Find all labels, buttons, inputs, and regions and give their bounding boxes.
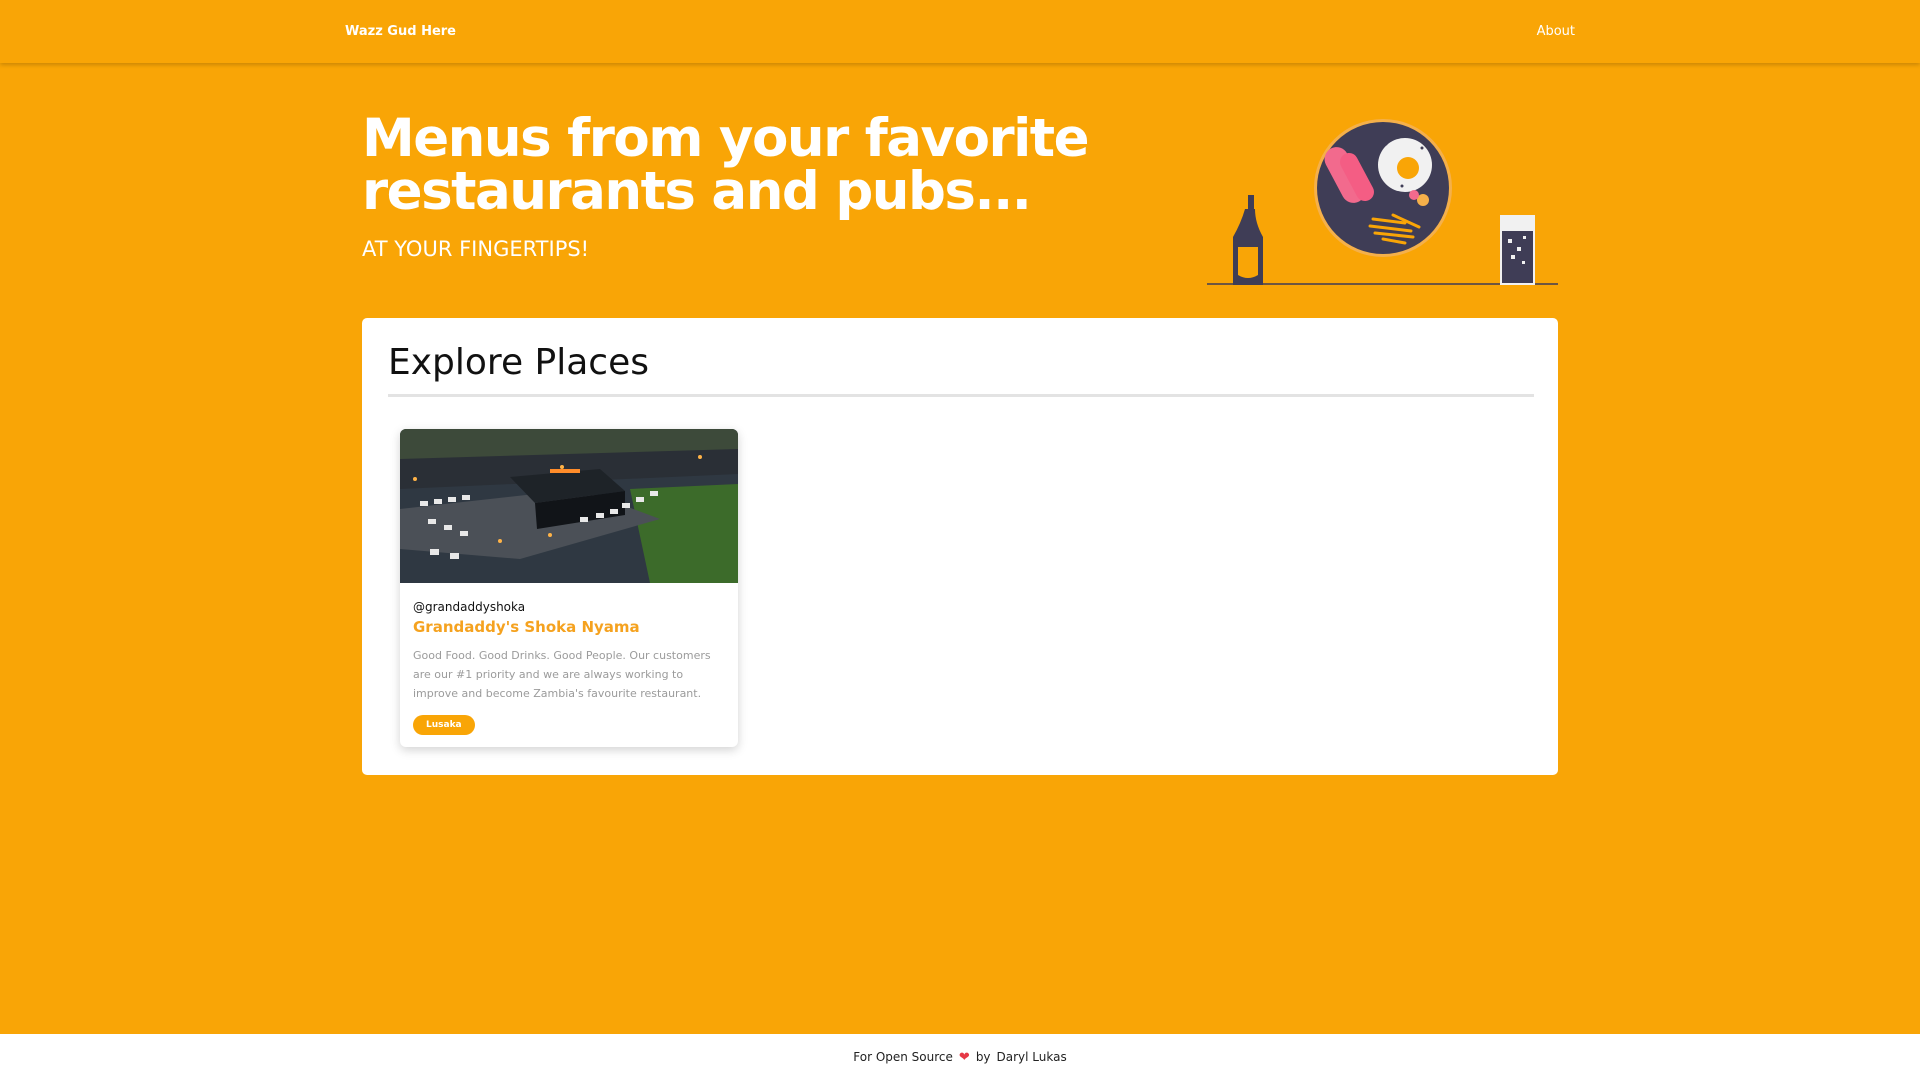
brand-link[interactable]: Wazz Gud Here xyxy=(345,24,456,39)
place-description: Good Food. Good Drinks. Good People. Our… xyxy=(413,649,711,700)
hero-subtitle: AT YOUR FINGERTIPS! xyxy=(362,237,590,261)
panel-divider xyxy=(388,394,1534,397)
place-photo xyxy=(400,429,738,583)
heart-icon: ❤ xyxy=(958,1049,970,1065)
explore-places-panel: Explore Places @grandaddyshoka Grandaddy… xyxy=(362,318,1558,775)
glass-icon xyxy=(1500,215,1535,285)
location-badge[interactable]: Lusaka xyxy=(413,715,475,735)
place-handle: @grandaddyshoka xyxy=(413,600,526,614)
place-name-link[interactable]: Grandaddy's Shoka Nyama xyxy=(413,618,640,636)
explore-places-title: Explore Places xyxy=(388,342,649,383)
place-card[interactable]: @grandaddyshoka Grandaddy's Shoka Nyama … xyxy=(400,429,738,747)
plate-icon xyxy=(1314,119,1452,257)
food-drinks-illustration xyxy=(1207,119,1558,285)
top-navbar: Wazz Gud Here About xyxy=(0,0,1920,63)
footer-prefix: For Open Source xyxy=(853,1050,953,1064)
nav-about-link[interactable]: About xyxy=(1537,24,1575,39)
bottle-icon xyxy=(1233,191,1263,285)
hero-title: Menus from your favorite restaurants and… xyxy=(362,108,1090,222)
page-footer: For Open Source ❤ by Daryl Lukas xyxy=(0,1034,1920,1080)
footer-author: Daryl Lukas xyxy=(996,1050,1067,1064)
footer-by: by xyxy=(975,1050,991,1064)
